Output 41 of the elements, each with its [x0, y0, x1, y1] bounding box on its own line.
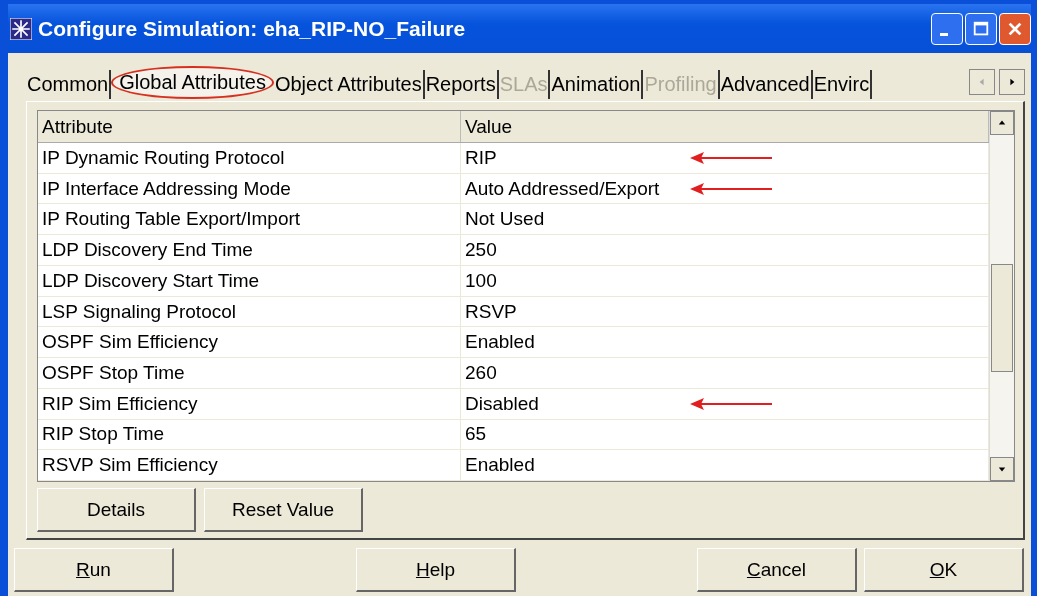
right-triangle-icon: [1008, 77, 1016, 87]
table-cell: IP Routing Table Export/Import: [38, 204, 461, 235]
tab[interactable]: Global Attributes: [111, 65, 274, 99]
table-cell: LSP Signaling Protocol: [38, 296, 461, 327]
table-cell: OSPF Stop Time: [38, 358, 461, 388]
left-triangle-icon: [978, 77, 986, 87]
scroll-up-button[interactable]: [990, 111, 1014, 135]
up-triangle-icon: [997, 119, 1007, 127]
maximize-button[interactable]: [965, 12, 997, 45]
table-cell: OSPF Sim Efficiency: [38, 327, 461, 358]
column-header[interactable]: Attribute: [38, 111, 461, 142]
scrollbar-thumb[interactable]: [991, 263, 1013, 373]
scroll-down-button[interactable]: [990, 457, 1014, 481]
tab[interactable]: Object Attributes: [273, 69, 425, 99]
app-icon: [10, 17, 32, 40]
tab[interactable]: Animation: [550, 69, 644, 99]
tab[interactable]: Advanced: [719, 69, 813, 99]
dialog-button[interactable]: Help: [356, 548, 516, 592]
dialog-button[interactable]: Run: [14, 548, 174, 592]
scroll-left-button[interactable]: [969, 69, 995, 95]
table-cell: RSVP Sim Efficiency: [38, 450, 461, 481]
table-action-button[interactable]: Reset Value: [204, 488, 363, 532]
maximize-icon: [972, 19, 990, 38]
close-button[interactable]: [999, 12, 1031, 45]
minimize-icon: [940, 33, 948, 36]
tab[interactable]: Envirc: [812, 69, 873, 99]
table-cell: RIP Sim Efficiency: [38, 388, 461, 419]
table-cell: LDP Discovery End Time: [38, 235, 461, 265]
table-cell: IP Dynamic Routing Protocol: [38, 143, 461, 173]
dialog-button[interactable]: OK: [864, 548, 1024, 592]
tab[interactable]: Common: [26, 69, 112, 99]
window-title: Configure Simulation: eha_RIP-NO_Failure: [38, 16, 467, 41]
table-cell: RIP Stop Time: [38, 419, 461, 450]
scroll-right-button[interactable]: [999, 69, 1025, 95]
tab[interactable]: Reports: [424, 69, 499, 99]
down-triangle-icon: [997, 465, 1007, 473]
table-cell: LDP Discovery Start Time: [38, 265, 461, 296]
table-action-button[interactable]: Details: [37, 488, 196, 532]
dialog-button[interactable]: Cancel: [697, 548, 857, 592]
minimize-button[interactable]: [931, 12, 963, 45]
table-cell: IP Interface Addressing Mode: [38, 173, 461, 204]
